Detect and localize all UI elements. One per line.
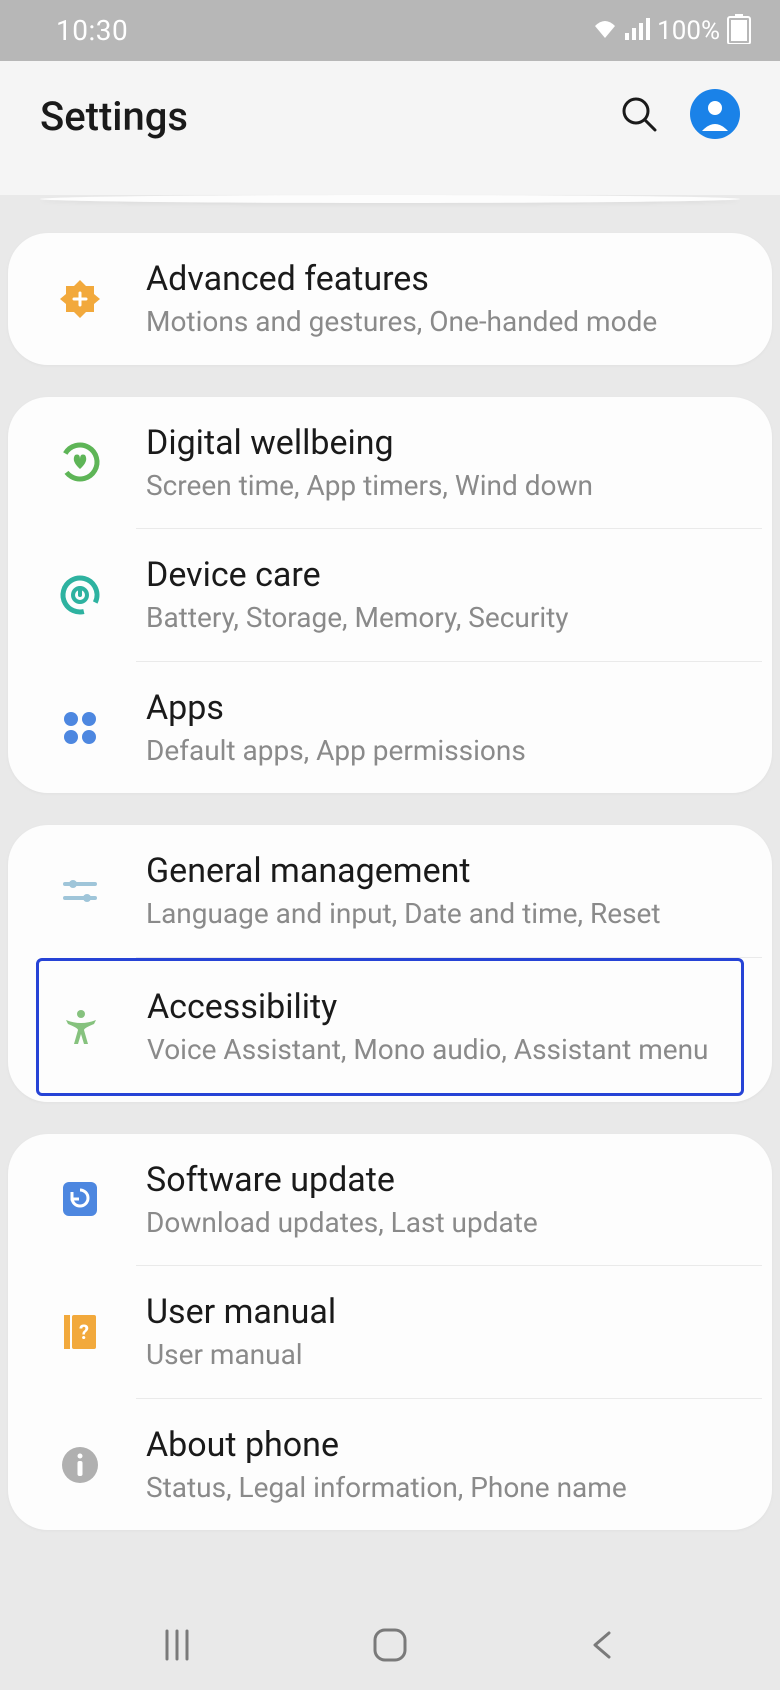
battery-percent: 100% [657,16,720,46]
item-device-care[interactable]: Device care Battery, Storage, Memory, Se… [8,529,772,661]
general-management-icon [58,869,102,913]
item-title: User manual [146,1292,744,1332]
software-update-icon [58,1177,102,1221]
settings-group: Advanced features Motions and gestures, … [8,233,772,365]
svg-text:?: ? [79,1320,89,1344]
settings-group: Digital wellbeing Screen time, App timer… [8,397,772,794]
back-button[interactable] [573,1615,633,1675]
item-subtitle: Language and input, Date and time, Reset [146,897,744,931]
item-subtitle: Battery, Storage, Memory, Security [146,601,744,635]
item-digital-wellbeing[interactable]: Digital wellbeing Screen time, App timer… [8,397,772,529]
item-title: Software update [146,1160,744,1200]
item-title: About phone [146,1425,744,1465]
digital-wellbeing-icon [58,440,102,484]
navigation-bar [0,1600,780,1690]
item-about-phone[interactable]: About phone Status, Legal information, P… [8,1399,772,1531]
battery-icon [726,14,752,48]
item-advanced-features[interactable]: Advanced features Motions and gestures, … [8,233,772,365]
header: Settings [0,61,780,195]
apps-icon [58,706,102,750]
item-apps[interactable]: Apps Default apps, App permissions [8,662,772,794]
item-subtitle: Download updates, Last update [146,1206,744,1240]
item-title: Device care [146,555,744,595]
item-title: Advanced features [146,259,744,299]
settings-list: Advanced features Motions and gestures, … [0,203,780,1530]
previous-card-edge [40,195,740,203]
item-accessibility[interactable]: Accessibility Voice Assistant, Mono audi… [36,958,744,1096]
item-subtitle: Voice Assistant, Mono audio, Assistant m… [147,1033,713,1067]
item-subtitle: Status, Legal information, Phone name [146,1471,744,1505]
item-title: Digital wellbeing [146,423,744,463]
settings-group: Software update Download updates, Last u… [8,1134,772,1531]
signal-icon [625,18,651,44]
user-manual-icon: ? [58,1310,102,1354]
advanced-features-icon [58,277,102,321]
device-care-icon [58,573,102,617]
page-title: Settings [40,93,188,140]
item-software-update[interactable]: Software update Download updates, Last u… [8,1134,772,1266]
wifi-icon [591,18,619,44]
account-icon[interactable] [690,89,740,143]
status-indicators: 100% [591,14,752,48]
item-title: Accessibility [147,987,713,1027]
status-time: 10:30 [56,14,128,47]
status-bar: 10:30 100% [0,0,780,61]
settings-group: General management Language and input, D… [8,825,772,1101]
search-icon[interactable] [620,95,658,137]
home-button[interactable] [360,1615,420,1675]
accessibility-icon [59,1005,103,1049]
about-phone-icon [58,1443,102,1487]
item-subtitle: Motions and gestures, One-handed mode [146,305,744,339]
item-subtitle: User manual [146,1338,744,1372]
item-title: General management [146,851,744,891]
item-subtitle: Screen time, App timers, Wind down [146,469,744,503]
item-user-manual[interactable]: ? User manual User manual [8,1266,772,1398]
recents-button[interactable] [147,1615,207,1675]
item-title: Apps [146,688,744,728]
item-general-management[interactable]: General management Language and input, D… [8,825,772,957]
item-subtitle: Default apps, App permissions [146,734,744,768]
